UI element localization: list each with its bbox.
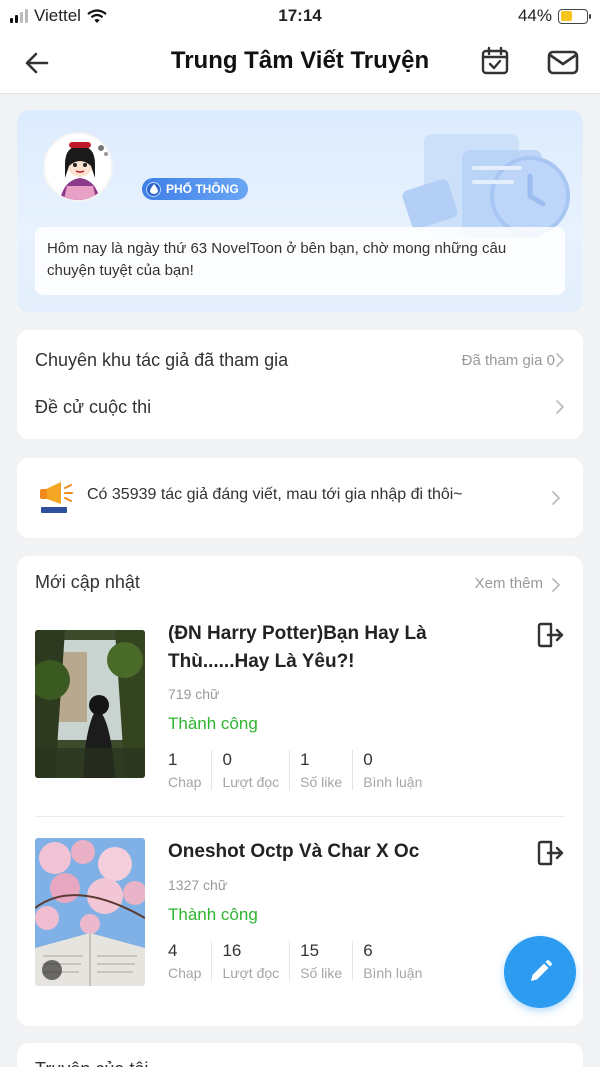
avatar-image [45, 134, 111, 200]
book-title[interactable]: (ĐN Harry Potter)Bạn Hay Là Thù......Hay… [168, 620, 508, 676]
menu-item-label: Chuyên khu tác giả đã tham gia [35, 349, 289, 370]
calendar-check-icon[interactable] [478, 44, 512, 78]
battery-fill [560, 11, 572, 21]
book-cover-image [35, 630, 145, 778]
menu-item-joined-zones[interactable]: Chuyên khu tác giả đã tham gia Đã tham g… [35, 340, 565, 380]
exit-icon[interactable] [535, 620, 565, 650]
status-time: 17:14 [278, 6, 322, 25]
stat-reads: 16 Lượt đọc [222, 941, 291, 981]
chevron-right-icon [556, 400, 564, 414]
stat-reads: 0 Lượt đọc [222, 750, 291, 790]
section-title: Mới cập nhật [35, 572, 140, 592]
menu-item-contest-nominations[interactable]: Đề cử cuộc thi [35, 387, 565, 427]
welcome-message: Hôm nay là ngày thứ 63 NovelToon ở bên b… [35, 227, 565, 295]
word-count: 719 chữ [168, 686, 220, 702]
status-bar: Viettel 17:14 44% [0, 0, 600, 32]
stat-chapters: 1 Chap [168, 750, 213, 790]
chevron-right-icon [552, 578, 560, 592]
book-stats: 4 Chap 16 Lượt đọc 15 Số like 6 Bình luận [168, 941, 442, 981]
badge-label: PHỔ THÔNG [166, 182, 239, 196]
water-drop-icon [146, 181, 161, 197]
book-stats: 1 Chap 0 Lượt đọc 1 Số like 0 Bình luận [168, 750, 442, 790]
notice-text: Có 35939 tác giả đáng viết, mau tới gia … [87, 486, 463, 503]
pencil-icon [531, 960, 552, 981]
book-cover-image [35, 838, 145, 986]
app-header: Trung Tâm Viết Truyện [0, 32, 600, 94]
write-fab-button[interactable] [504, 936, 576, 1008]
book-cover[interactable] [35, 630, 145, 778]
section-title: Truyện của tôi [35, 1059, 148, 1067]
stat-likes: 15 Số like [300, 941, 354, 981]
stat-chapters: 4 Chap [168, 941, 213, 981]
book-title[interactable]: Oneshot Octp Và Char X Oc [168, 838, 508, 866]
author-menu-card: Chuyên khu tác giả đã tham gia Đã tham g… [17, 330, 583, 439]
avatar[interactable] [43, 132, 113, 202]
profile-banner: PHỔ THÔNG Hôm nay là ngày thứ 63 NovelTo… [17, 110, 583, 312]
stat-comments: 0 Bình luận [363, 750, 423, 790]
joined-count: Đã tham gia 0 [461, 351, 555, 369]
megaphone-icon [40, 482, 73, 513]
status-right: 44% [517, 6, 591, 26]
book-item[interactable]: Oneshot Octp Và Char X Oc 1327 chữ Thành… [35, 838, 565, 998]
recent-updates-section: Mới cập nhật Xem thêm (ĐN Harry Potter)B… [17, 556, 583, 1026]
chevron-right-icon [556, 353, 564, 367]
book-item[interactable]: (ĐN Harry Potter)Bạn Hay Là Thù......Hay… [35, 620, 565, 800]
stat-likes: 1 Số like [300, 750, 354, 790]
recruit-notice[interactable]: Có 35939 tác giả đáng viết, mau tới gia … [17, 458, 583, 538]
stat-comments: 6 Bình luận [363, 941, 423, 981]
exit-icon[interactable] [535, 838, 565, 868]
my-stories-section: Truyện của tôi [17, 1043, 583, 1067]
publish-status: Thành công [168, 905, 258, 924]
divider [35, 816, 565, 817]
chevron-right-icon [552, 491, 560, 505]
book-cover[interactable] [35, 838, 145, 986]
membership-badge: PHỔ THÔNG [142, 178, 248, 200]
see-more-link[interactable]: Xem thêm [475, 575, 543, 592]
back-arrow-icon[interactable] [20, 46, 54, 80]
battery-percent: 44% [517, 6, 552, 25]
battery-icon [558, 8, 591, 24]
menu-item-label: Đề cử cuộc thi [35, 396, 152, 417]
mail-icon[interactable] [545, 45, 581, 79]
word-count: 1327 chữ [168, 877, 228, 893]
publish-status: Thành công [168, 714, 258, 733]
banner-decoration-illustration [402, 134, 570, 238]
